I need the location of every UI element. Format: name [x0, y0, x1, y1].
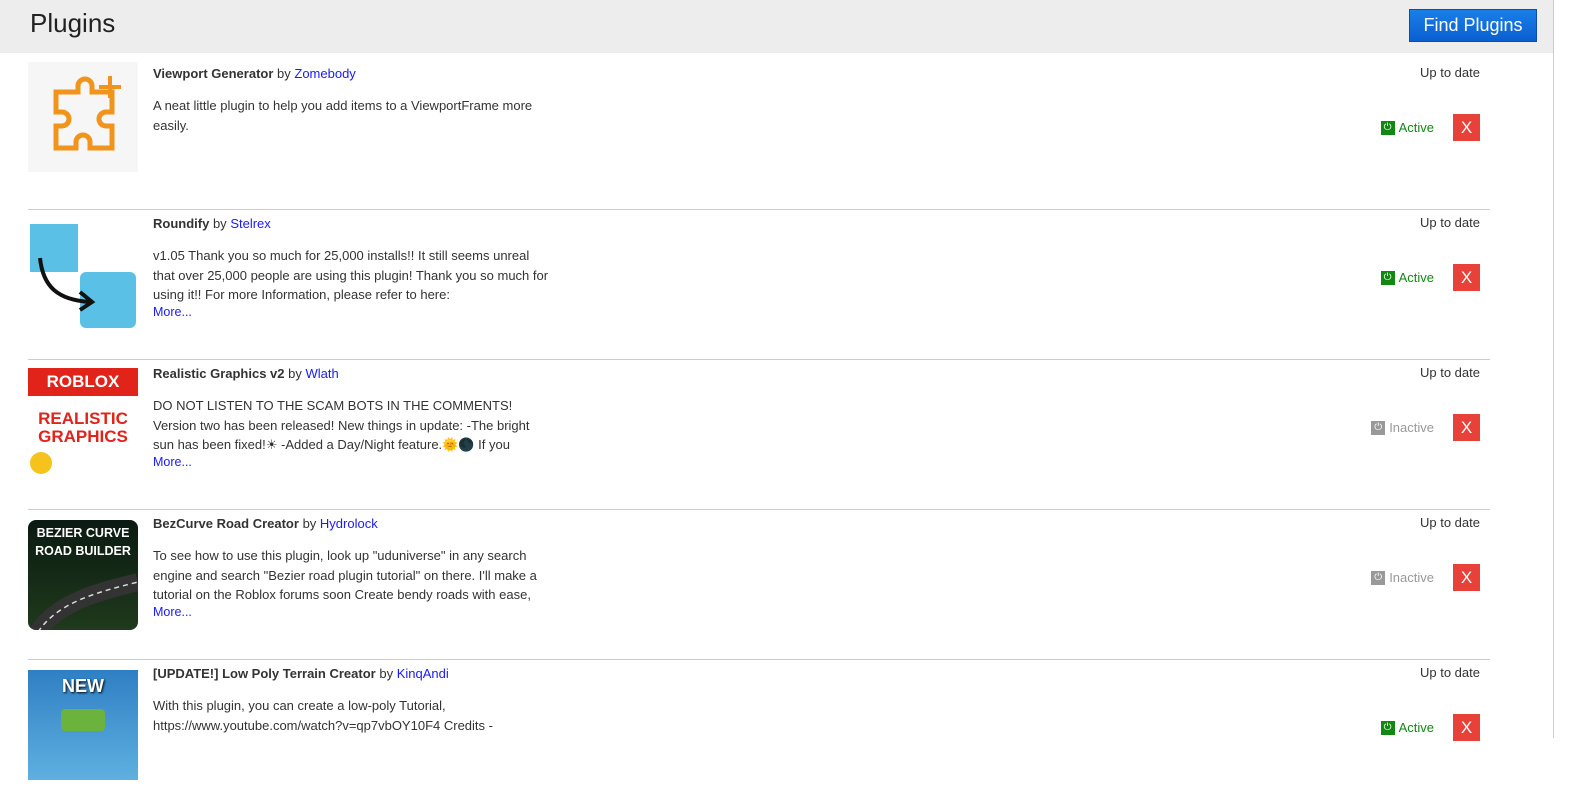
sun-icon [30, 452, 52, 474]
plugin-name: Viewport Generator [153, 66, 273, 81]
author-link[interactable]: KinqAndi [397, 666, 449, 681]
more-link[interactable]: More... [153, 305, 192, 319]
inactive-toggle[interactable]: ⏻ Inactive [1371, 420, 1434, 435]
plugin-name: BezCurve Road Creator [153, 516, 299, 531]
plugin-thumbnail: ROBLOX REALISTICGRAPHICS [28, 368, 138, 478]
active-toggle[interactable]: ⏻ Active [1381, 120, 1434, 135]
island-icon [61, 709, 105, 731]
remove-button[interactable]: X [1453, 114, 1480, 141]
power-icon: ⏻ [1381, 721, 1395, 735]
find-plugins-button[interactable]: Find Plugins [1409, 9, 1537, 42]
plugin-description: A neat little plugin to help you add ite… [153, 96, 553, 154]
remove-button[interactable]: X [1453, 564, 1480, 591]
update-status: Up to date [1420, 365, 1480, 380]
plugin-row: NEW [UPDATE!] Low Poly Terrain Creator b… [28, 660, 1490, 810]
plugin-row: BEZIER CURVEROAD BUILDER BezCurve Road C… [28, 510, 1490, 660]
power-icon: ⏻ [1381, 121, 1395, 135]
update-status: Up to date [1420, 215, 1480, 230]
header: Plugins Find Plugins [0, 0, 1553, 53]
plugin-thumbnail [28, 222, 138, 332]
power-icon: ⏻ [1381, 271, 1395, 285]
plugin-description: DO NOT LISTEN TO THE SCAM BOTS IN THE CO… [153, 396, 553, 454]
update-status: Up to date [1420, 515, 1480, 530]
power-icon: ⏻ [1371, 421, 1385, 435]
plugin-thumbnail: NEW [28, 670, 138, 780]
thumb-text: NEW [28, 676, 138, 697]
more-link[interactable]: More... [153, 455, 192, 469]
remove-button[interactable]: X [1453, 714, 1480, 741]
plugin-row: Roundify by Stelrex v1.05 Thank you so m… [28, 210, 1490, 360]
thumb-text: BEZIER CURVEROAD BUILDER [28, 524, 138, 560]
by-label: by [379, 666, 393, 681]
plugin-list: Viewport Generator by Zomebody A neat li… [28, 60, 1490, 810]
status-label: Inactive [1389, 420, 1434, 435]
author-link[interactable]: Stelrex [230, 216, 270, 231]
thumb-text: REALISTICGRAPHICS [28, 410, 138, 446]
author-link[interactable]: Zomebody [294, 66, 355, 81]
plugin-name: [UPDATE!] Low Poly Terrain Creator [153, 666, 376, 681]
plugin-description: To see how to use this plugin, look up "… [153, 546, 553, 604]
more-link[interactable]: More... [153, 605, 192, 619]
page-title: Plugins [30, 8, 115, 39]
status-label: Active [1399, 120, 1434, 135]
thumb-logo: ROBLOX [28, 368, 138, 396]
plugin-description: v1.05 Thank you so much for 25,000 insta… [153, 246, 553, 304]
plugin-description: With this plugin, you can create a low-p… [153, 696, 553, 754]
by-label: by [277, 66, 291, 81]
inactive-toggle[interactable]: ⏻ Inactive [1371, 570, 1434, 585]
author-link[interactable]: Wlath [306, 366, 339, 381]
plugin-row: Viewport Generator by Zomebody A neat li… [28, 60, 1490, 210]
by-label: by [288, 366, 302, 381]
power-icon: ⏻ [1371, 571, 1385, 585]
status-label: Active [1399, 720, 1434, 735]
active-toggle[interactable]: ⏻ Active [1381, 720, 1434, 735]
plugin-name: Roundify [153, 216, 209, 231]
by-label: by [303, 516, 317, 531]
remove-button[interactable]: X [1453, 414, 1480, 441]
status-label: Inactive [1389, 570, 1434, 585]
remove-button[interactable]: X [1453, 264, 1480, 291]
plugin-row: ROBLOX REALISTICGRAPHICS Realistic Graph… [28, 360, 1490, 510]
plugin-thumbnail [28, 62, 138, 172]
plugin-name: Realistic Graphics v2 [153, 366, 285, 381]
update-status: Up to date [1420, 65, 1480, 80]
status-label: Active [1399, 270, 1434, 285]
author-link[interactable]: Hydrolock [320, 516, 378, 531]
plugin-thumbnail: BEZIER CURVEROAD BUILDER [28, 520, 138, 630]
scrollbar[interactable] [1553, 0, 1583, 738]
active-toggle[interactable]: ⏻ Active [1381, 270, 1434, 285]
by-label: by [213, 216, 227, 231]
update-status: Up to date [1420, 665, 1480, 680]
